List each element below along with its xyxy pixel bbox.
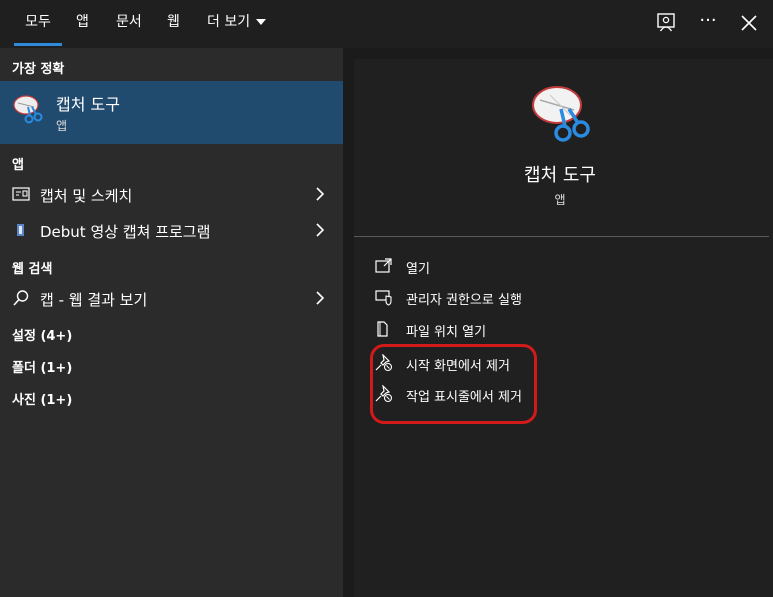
tab-apps[interactable]: 앱 bbox=[76, 0, 89, 46]
open-file-location-action[interactable]: 파일 위치 열기 bbox=[374, 317, 674, 343]
category-settings[interactable]: 설정 (4+) bbox=[12, 325, 72, 344]
detail-app-type: 앱 bbox=[554, 193, 566, 207]
more-options-icon[interactable]: ··· bbox=[697, 12, 719, 34]
detail-app-title: 캡처 도구 bbox=[524, 165, 596, 186]
open-label: 열기 bbox=[406, 262, 430, 277]
debut-icon bbox=[12, 221, 30, 239]
list-item-snip-sketch[interactable]: 캡처 및 스케치 bbox=[0, 177, 343, 211]
list-item-label: 캡 - 웹 결과 보기 bbox=[40, 291, 148, 309]
tab-more[interactable]: 더 보기 bbox=[207, 0, 267, 46]
chevron-right-icon[interactable] bbox=[315, 186, 325, 202]
run-as-admin-label: 관리자 권한으로 실행 bbox=[406, 293, 522, 308]
tab-documents[interactable]: 문서 bbox=[116, 0, 142, 46]
close-icon[interactable] bbox=[738, 12, 760, 34]
best-match-item[interactable]: 캡처 도구 앱 bbox=[0, 81, 343, 144]
best-match-name: 캡처 도구 bbox=[56, 95, 120, 114]
detail-panel: 캡처 도구 앱 열기 관리자 권한으로 실행 파일 위치 열기 시작 화면에서 … bbox=[354, 59, 773, 597]
best-match-type: 앱 bbox=[56, 119, 68, 133]
open-action[interactable]: 열기 bbox=[374, 254, 674, 280]
search-icon bbox=[12, 289, 30, 307]
list-item-web-result[interactable]: 캡 - 웹 결과 보기 bbox=[0, 281, 343, 315]
list-item-debut[interactable]: Debut 영상 캡쳐 프로그램 bbox=[0, 213, 343, 247]
chevron-right-icon[interactable] bbox=[315, 290, 325, 306]
admin-shield-icon bbox=[374, 288, 394, 306]
snipping-tool-large-icon bbox=[530, 81, 594, 145]
web-search-heading: 웹 검색 bbox=[12, 262, 53, 277]
open-icon bbox=[374, 257, 394, 275]
list-item-label: Debut 영상 캡쳐 프로그램 bbox=[40, 223, 211, 241]
list-item-label: 캡처 및 스케치 bbox=[40, 187, 133, 205]
search-tab-bar: 모두 앱 문서 웹 더 보기 ··· bbox=[0, 0, 773, 48]
file-location-icon bbox=[374, 320, 394, 338]
apps-heading: 앱 bbox=[12, 158, 24, 173]
tab-more-label: 더 보기 bbox=[207, 14, 251, 30]
category-photos[interactable]: 사진 (1+) bbox=[12, 389, 72, 408]
chevron-right-icon[interactable] bbox=[315, 222, 325, 238]
snipping-tool-icon bbox=[12, 93, 44, 125]
run-as-admin-action[interactable]: 관리자 권한으로 실행 bbox=[374, 285, 674, 311]
category-folders[interactable]: 폴더 (1+) bbox=[12, 357, 72, 376]
divider bbox=[354, 236, 769, 237]
open-file-location-label: 파일 위치 열기 bbox=[406, 325, 487, 340]
results-panel: 가장 정확 캡처 도구 앱 앱 캡처 및 스케치 Debut 영상 캡쳐 프로그… bbox=[0, 48, 343, 597]
tab-web[interactable]: 웹 bbox=[167, 0, 180, 46]
snip-sketch-icon bbox=[12, 185, 30, 203]
annotation-highlight-ring bbox=[370, 344, 537, 424]
feedback-icon[interactable] bbox=[655, 12, 677, 34]
best-match-heading: 가장 정확 bbox=[12, 62, 65, 77]
chevron-down-icon bbox=[256, 19, 267, 25]
tab-all[interactable]: 모두 bbox=[14, 0, 62, 46]
